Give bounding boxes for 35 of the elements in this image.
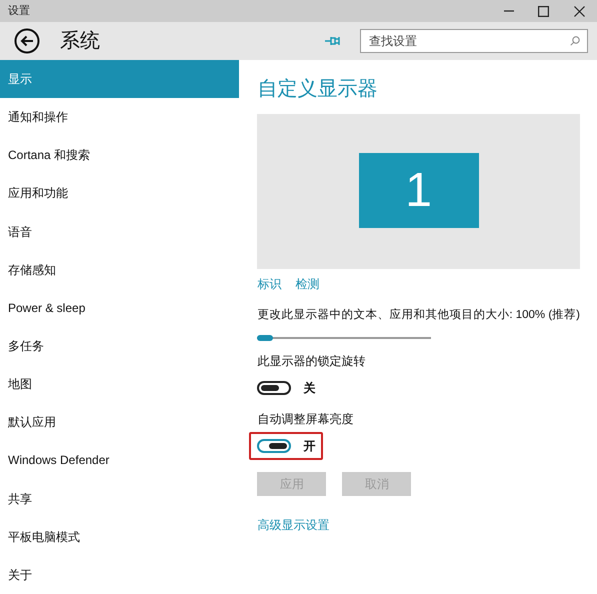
sidebar-item[interactable]: 显示 (0, 60, 240, 98)
search-field[interactable]: 查找设置 (360, 29, 588, 53)
toggle-state: 关 (303, 380, 316, 398)
sidebar-item[interactable]: 平板电脑模式 (0, 518, 240, 556)
sidebar-item[interactable]: 关于 (0, 556, 240, 594)
link[interactable]: 检测 (295, 275, 320, 293)
slider-thumb[interactable] (257, 335, 274, 342)
page-title: 系统 (60, 29, 101, 54)
search-icon[interactable] (570, 36, 580, 46)
link[interactable]: 标识 (257, 275, 282, 293)
toggle-state: 开 (303, 438, 316, 456)
toggle-switch[interactable] (257, 439, 292, 454)
toggle-switch[interactable] (257, 381, 292, 396)
pin-icon[interactable] (325, 35, 342, 47)
sidebar-item[interactable]: Power & sleep (0, 288, 240, 327)
sidebar-item[interactable]: 共享 (0, 480, 240, 518)
advanced-settings-link[interactable]: 高级显示设置 (257, 516, 330, 534)
section-title: 自定义显示器 (257, 77, 378, 102)
back-icon[interactable] (14, 28, 40, 54)
close-icon[interactable] (574, 6, 585, 16)
sidebar-item[interactable]: 存储感知 (0, 250, 240, 289)
sidebar-item[interactable]: 多任务 (0, 326, 240, 366)
sidebar-item[interactable]: 地图 (0, 365, 240, 404)
setting-label: 更改此显示器中的文本、应用和其他项目的大小: 100% (推荐) (257, 308, 580, 323)
slider-track[interactable] (257, 337, 432, 340)
setting-label: 自动调整屏幕亮度 (257, 411, 354, 428)
setting-label: 此显示器的锁定旋转 (257, 353, 366, 370)
maximize-icon[interactable] (538, 6, 549, 16)
sidebar-item[interactable]: Windows Defender (0, 441, 240, 480)
sidebar-item[interactable]: 应用和功能 (0, 174, 240, 213)
sidebar-item[interactable]: 默认应用 (0, 403, 240, 442)
sidebar-item[interactable]: 语音 (0, 212, 240, 251)
sidebar-item[interactable]: 通知和操作 (0, 98, 240, 136)
sidebar-item[interactable]: Cortana 和搜索 (0, 136, 240, 174)
window-title: 设置 (8, 4, 31, 19)
